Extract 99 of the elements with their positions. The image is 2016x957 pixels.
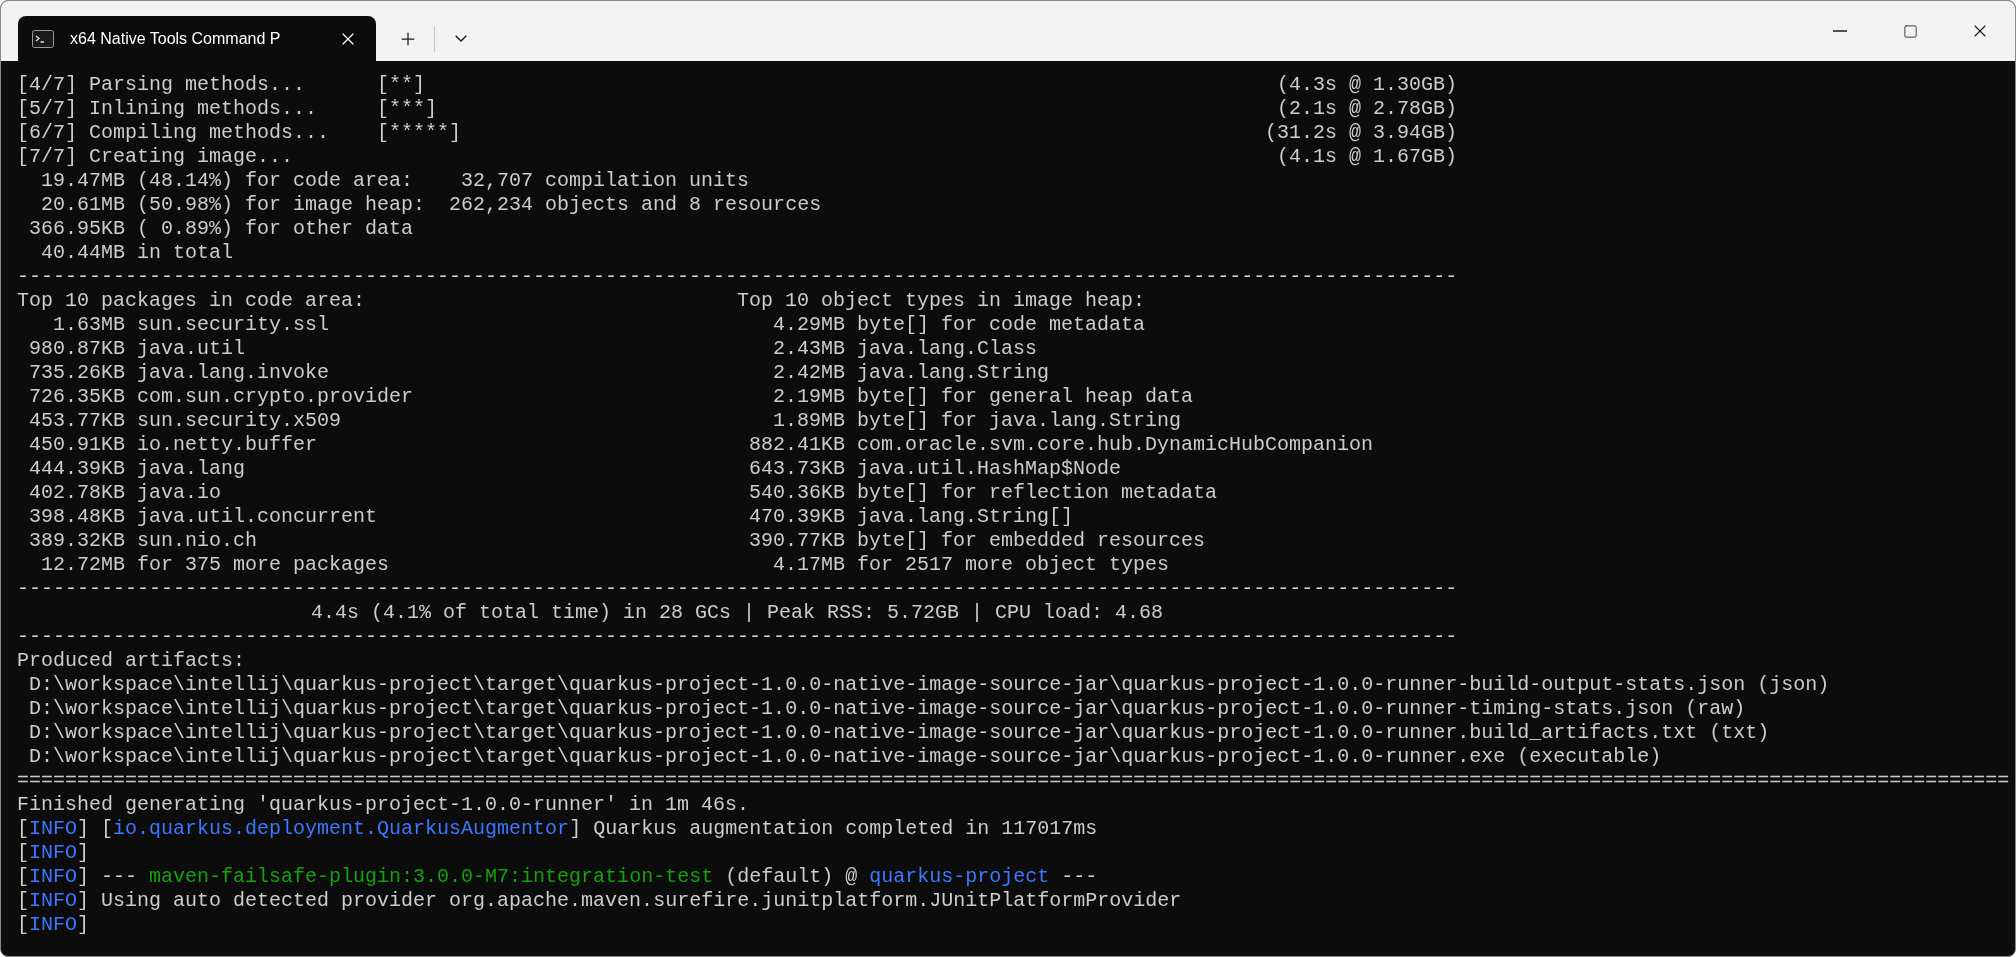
step-timing: (31.2s @ 3.94GB) — [1264, 121, 1457, 145]
entry-name: sun.security.x509 — [137, 409, 342, 433]
class-name: io.quarkus.deployment.QuarkusAugmentor — [113, 817, 570, 841]
size-value: 453.77KB — [28, 409, 125, 433]
terminal-tab[interactable]: x64 Native Tools Command P — [18, 16, 376, 61]
size-value: 389.32KB — [28, 529, 125, 553]
size-value: 398.48KB — [28, 505, 125, 529]
step-label: [7/7] Creating image... — [17, 145, 295, 169]
progress-marker: [*****] — [377, 121, 461, 145]
terminal-icon — [32, 29, 54, 48]
size-value: 980.87KB — [28, 337, 125, 361]
divider-line: ------------------------------------------------------------------------------------------------------------------------ — [17, 265, 1458, 289]
divider-line: ------------------------------------------------------------------------------------------------------------------------ — [17, 625, 1458, 649]
step-label: [4/7] Parsing methods... — [17, 73, 307, 97]
size-value: 726.35KB — [28, 385, 125, 409]
step-label: [6/7] Compiling methods... — [17, 121, 331, 145]
column-heading: Top 10 packages in code area: — [17, 289, 366, 313]
divider-line: ------------------------------------------------------------------------------------------------------------------------ — [17, 577, 1458, 601]
log-text: --- — [1060, 865, 1098, 889]
log-text: [ — [17, 841, 29, 865]
log-text: ] [ — [77, 817, 114, 841]
plugin-goal: maven-failsafe-plugin:3.0.0-M7:integration-test — [149, 865, 714, 889]
entry-name: for 375 more packages — [137, 553, 390, 577]
log-text: (default) @ — [724, 865, 859, 889]
output-line: 366.95KB ( 0.89%) for other data — [28, 217, 414, 241]
size-value: 4.29MB — [772, 313, 845, 337]
entry-name: byte[] for embedded resources — [857, 529, 1206, 553]
entry-name: sun.nio.ch — [137, 529, 258, 553]
minimize-icon — [1833, 30, 1847, 32]
size-value: 2.19MB — [772, 385, 845, 409]
log-text: [ — [17, 817, 29, 841]
log-text: [ — [17, 865, 29, 889]
entry-name: com.oracle.svm.core.hub.DynamicHubCompanion — [857, 433, 1374, 457]
size-value: 1.89MB — [772, 409, 845, 433]
tab-title: x64 Native Tools Command P — [70, 28, 281, 49]
step-timing: (4.3s @ 1.30GB) — [1276, 73, 1457, 97]
maximize-icon — [1902, 23, 1918, 39]
log-level: INFO — [29, 865, 78, 889]
size-value: 2.42MB — [772, 361, 845, 385]
size-value: 2.43MB — [772, 337, 845, 361]
size-value: 882.41KB — [748, 433, 845, 457]
log-text: [ — [17, 913, 29, 937]
output-line: D:\workspace\intellij\quarkus-project\target\quarkus-project-1.0.0-native-image-source-jar\quarkus-project-1.0.0-runner-timing-stats.json (raw) — [28, 697, 1746, 721]
log-text: ] Using auto detected provider org.apache.maven.surefire.junitplatform.JUnitPlatformProvider — [77, 889, 1182, 913]
output-line: Finished generating 'quarkus-project-1.0.0-runner' in 1m 46s. — [17, 793, 750, 817]
size-value: 444.39KB — [28, 457, 125, 481]
column-heading: Top 10 object types in image heap: — [737, 289, 1146, 313]
size-value: 643.73KB — [748, 457, 845, 481]
output-line: D:\workspace\intellij\quarkus-project\target\quarkus-project-1.0.0-native-image-source-jar\quarkus-project-1.0.0-runner.build_artifacts.txt (txt) — [28, 721, 1770, 745]
entry-name: io.netty.buffer — [137, 433, 318, 457]
size-value: 390.77KB — [748, 529, 845, 553]
entry-name: byte[] for reflection metadata — [857, 481, 1218, 505]
entry-name: java.lang.String — [857, 361, 1050, 385]
entry-name: byte[] for code metadata — [857, 313, 1146, 337]
entry-name: java.util.concurrent — [137, 505, 378, 529]
entry-name: sun.security.ssl — [137, 313, 330, 337]
entry-name: java.lang.Class — [857, 337, 1038, 361]
entry-name: for 2517 more object types — [857, 553, 1170, 577]
step-timing: (2.1s @ 2.78GB) — [1276, 97, 1457, 121]
step-timing: (4.1s @ 1.67GB) — [1276, 145, 1457, 169]
log-text: [ — [17, 889, 29, 913]
output-line: 20.61MB (50.98%) for image heap: 262,234 objects and 8 resources — [40, 193, 822, 217]
entry-name: byte[] for java.lang.String — [857, 409, 1182, 433]
log-text: ] — [77, 913, 90, 937]
output-line: Produced artifacts: — [17, 649, 246, 673]
progress-marker: [***] — [377, 97, 437, 121]
entry-name: java.lang — [137, 457, 246, 481]
size-value: 735.26KB — [28, 361, 125, 385]
log-text: ] Quarkus augmentation completed in 117017ms — [569, 817, 1098, 841]
log-level: INFO — [29, 913, 78, 937]
entry-name: java.io — [137, 481, 221, 505]
entry-name: java.lang.invoke — [137, 361, 330, 385]
log-text: ] — [77, 841, 90, 865]
log-level: INFO — [29, 841, 78, 865]
step-label: [5/7] Inlining methods... — [17, 97, 319, 121]
output-line: D:\workspace\intellij\quarkus-project\target\quarkus-project-1.0.0-native-image-source-jar\quarkus-project-1.0.0-runner.exe (executable) — [28, 745, 1662, 769]
output-line: 40.44MB in total — [40, 241, 234, 265]
entry-name: byte[] for general heap data — [857, 385, 1194, 409]
entry-name: java.lang.String[] — [857, 505, 1074, 529]
size-value: 1.63MB — [52, 313, 125, 337]
size-value: 4.17MB — [772, 553, 845, 577]
size-value: 450.91KB — [28, 433, 125, 457]
progress-marker: [**] — [377, 73, 425, 97]
size-value: 470.39KB — [748, 505, 845, 529]
size-value: 540.36KB — [748, 481, 845, 505]
log-text: ] --- — [77, 865, 139, 889]
entry-name: java.util — [137, 337, 246, 361]
size-value: 402.78KB — [28, 481, 125, 505]
entry-name: com.sun.crypto.provider — [137, 385, 414, 409]
chevron-down-icon — [455, 35, 467, 42]
divider-line: ====================================================================================================================================================================== — [17, 769, 2010, 793]
entry-name: java.util.HashMap$Node — [857, 457, 1122, 481]
log-level: INFO — [29, 889, 78, 913]
summary-line: 4.4s (4.1% of total time) in 28 GCs | Peak RSS: 5.72GB | CPU load: 4.68 — [310, 601, 1164, 625]
log-level: INFO — [29, 817, 78, 841]
project-name: quarkus-project — [869, 865, 1050, 889]
output-line: D:\workspace\intellij\quarkus-project\target\quarkus-project-1.0.0-native-image-source-jar\quarkus-project-1.0.0-runner-build-output-stats.json (json) — [28, 673, 1830, 697]
output-line: 19.47MB (48.14%) for code area: 32,707 compilation units — [40, 169, 750, 193]
size-value: 12.72MB — [40, 553, 125, 577]
